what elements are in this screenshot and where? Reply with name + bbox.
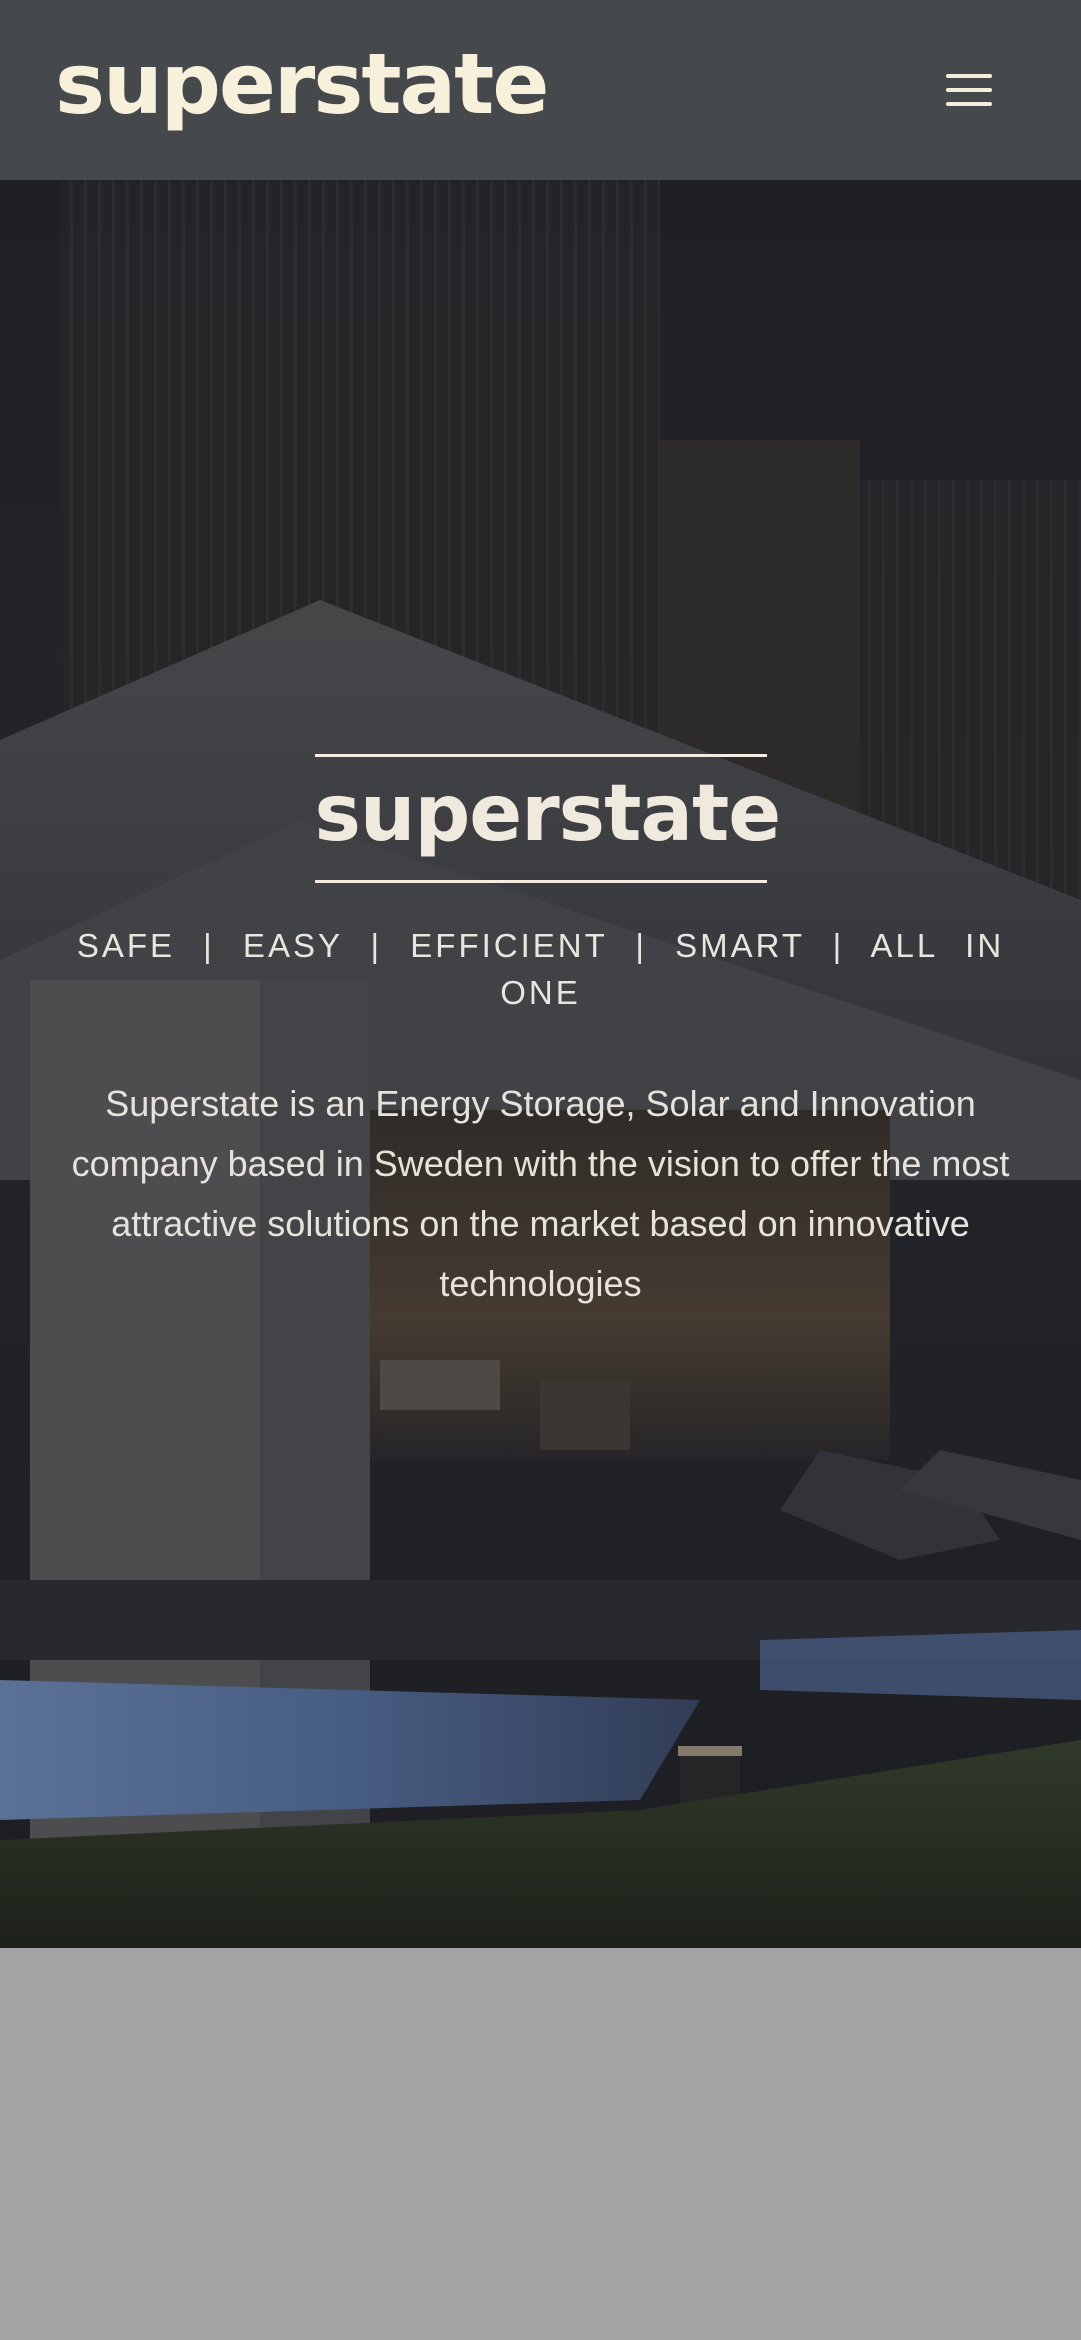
menu-button[interactable] [934,62,1004,118]
title-divider-bottom [314,880,767,883]
hamburger-menu-icon [946,74,992,78]
hero-section: superstate SAFE | EASY | EFFICIENT | SMA… [0,180,1081,1948]
hero-tagline: SAFE | EASY | EFFICIENT | SMART | ALL IN… [76,927,1005,1011]
top-navbar: superstate [0,0,1081,180]
hero-title-block: superstate [314,754,782,884]
page-background-section [0,1948,1081,2340]
hero-content: superstate SAFE | EASY | EFFICIENT | SMA… [0,754,1081,1314]
hero-title: superstate [314,769,782,859]
hero-description: Superstate is an Energy Storage, Solar a… [71,1083,1010,1304]
site-logo[interactable]: superstate [55,38,549,131]
title-divider-top [314,754,767,757]
